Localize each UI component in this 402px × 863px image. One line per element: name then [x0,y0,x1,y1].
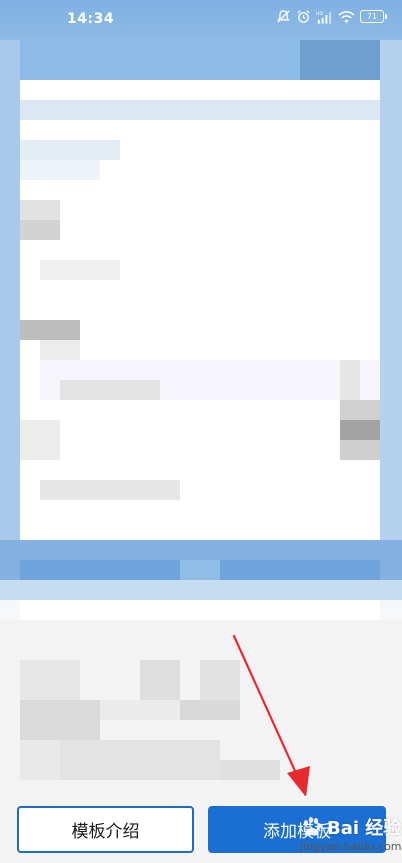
clock: 14:34 [67,11,115,27]
template-intro-button[interactable]: 模板介绍 [17,806,194,853]
add-template-button[interactable]: 添加模板 [208,806,386,853]
mute-icon [277,10,290,23]
battery-icon: 71 [360,10,387,23]
blurred-content [0,0,402,863]
status-icons: HD 71 [276,9,387,24]
svg-text:HD: HD [316,11,324,17]
hd-signal-icon: HD [316,11,332,24]
template-intro-label: 模板介绍 [71,822,140,842]
add-template-label: 添加模板 [263,822,331,842]
status-bar: 14:34 HD 71 [0,0,402,40]
alarm-icon [297,10,310,23]
wifi-icon [338,10,355,23]
